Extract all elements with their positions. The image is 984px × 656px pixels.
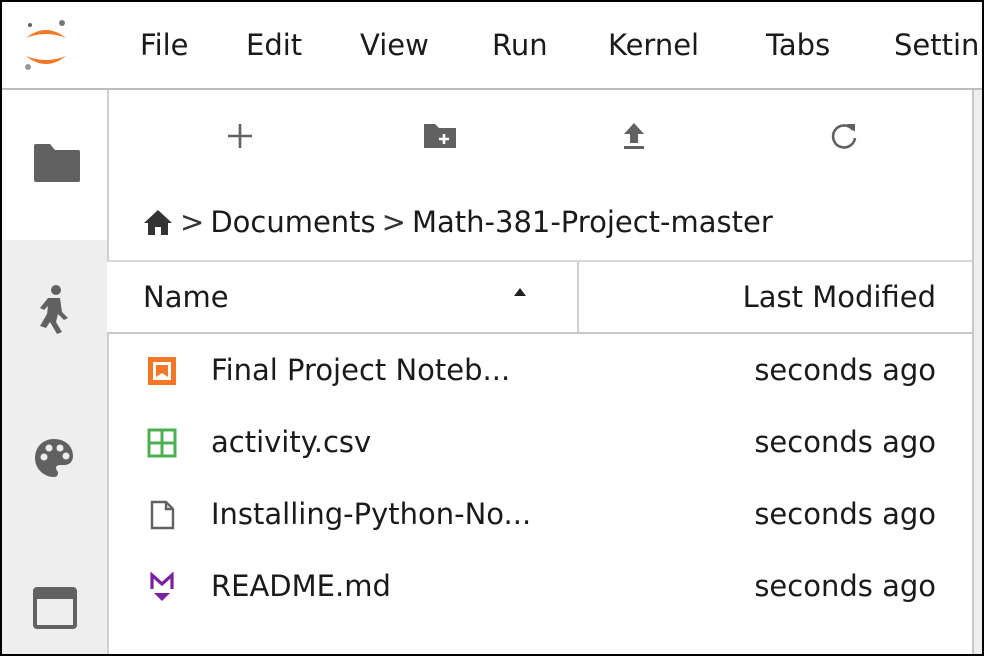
file-modified: seconds ago	[754, 569, 936, 603]
tabs-icon[interactable]	[32, 586, 78, 630]
breadcrumb: > Documents > Math-381-Project-master	[142, 202, 773, 242]
file-row-activity-csv[interactable]: activity.csv seconds ago	[107, 408, 972, 480]
breadcrumb-documents[interactable]: Documents	[210, 205, 375, 239]
new-folder-button[interactable]	[416, 114, 464, 158]
menu-edit[interactable]: Edit	[246, 28, 302, 62]
column-resize-handle[interactable]	[577, 262, 579, 332]
spreadsheet-icon	[147, 428, 177, 458]
file-name: activity.csv	[211, 425, 372, 459]
left-sidebar-rail	[2, 90, 109, 654]
file-row-final-project[interactable]: Final Project Noteb... seconds ago	[107, 336, 972, 408]
menu-settings[interactable]: Settin	[894, 28, 979, 62]
file-name: Installing-Python-No...	[211, 497, 532, 531]
upload-button[interactable]	[610, 114, 658, 158]
jupyter-logo-icon[interactable]	[20, 16, 72, 76]
file-modified: seconds ago	[754, 353, 936, 387]
menu-bar: File Edit View Run Kernel Tabs Settin	[2, 2, 982, 90]
breadcrumb-separator: >	[381, 205, 406, 239]
markdown-icon	[150, 572, 174, 601]
column-header-last-modified[interactable]: Last Modified	[743, 280, 936, 314]
menu-tabs[interactable]: Tabs	[766, 28, 830, 62]
new-launcher-button[interactable]	[216, 114, 264, 158]
refresh-button[interactable]	[820, 114, 868, 158]
notebook-icon	[148, 357, 176, 385]
home-icon[interactable]	[142, 207, 174, 237]
file-modified: seconds ago	[754, 497, 936, 531]
folder-icon[interactable]	[32, 142, 82, 184]
jupyterlab-window: File Edit View Run Kernel Tabs Settin > …	[0, 0, 984, 656]
file-icon	[150, 500, 175, 530]
menu-run[interactable]: Run	[492, 28, 548, 62]
file-row-readme[interactable]: README.md seconds ago	[107, 552, 972, 624]
sort-ascending-icon[interactable]	[512, 286, 528, 298]
file-name: README.md	[211, 569, 391, 603]
file-row-installing-python[interactable]: Installing-Python-No... seconds ago	[107, 480, 972, 552]
running-icon[interactable]	[34, 284, 74, 336]
menu-kernel[interactable]: Kernel	[608, 28, 699, 62]
file-modified: seconds ago	[754, 425, 936, 459]
palette-icon[interactable]	[32, 436, 76, 480]
file-list-header: Name Last Modified	[107, 260, 972, 334]
breadcrumb-separator: >	[180, 205, 205, 239]
breadcrumb-current-folder[interactable]: Math-381-Project-master	[412, 205, 773, 239]
file-name: Final Project Noteb...	[211, 353, 511, 387]
right-panel-edge	[972, 90, 982, 654]
menu-view[interactable]: View	[360, 28, 429, 62]
column-header-name[interactable]: Name	[143, 280, 229, 314]
menu-file[interactable]: File	[140, 28, 189, 62]
